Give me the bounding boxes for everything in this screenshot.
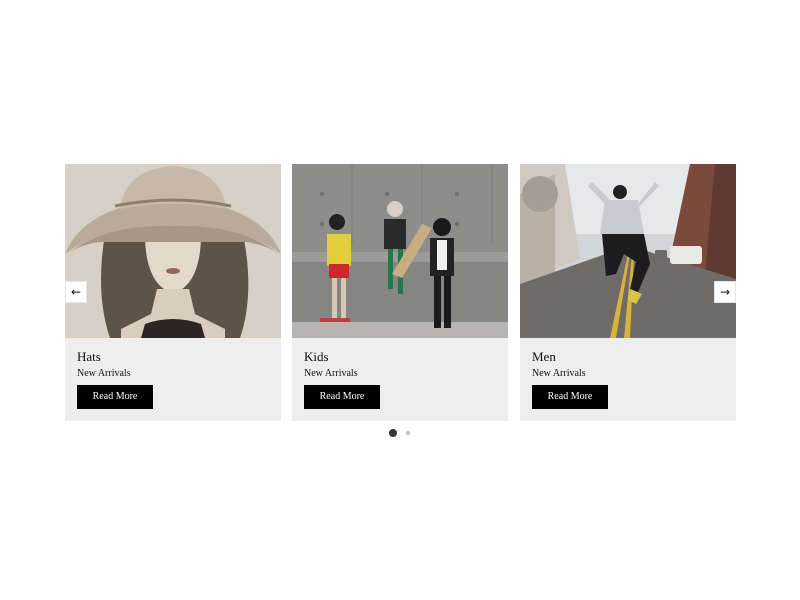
product-carousel: Hats New Arrivals Read More Kids New Arr… (65, 164, 736, 444)
card-image-men[interactable] (520, 164, 736, 338)
card-title: Hats (77, 349, 101, 364)
card-title: Men (532, 349, 556, 364)
card-subtitle: New Arrivals (77, 368, 131, 379)
card-subtitle: New Arrivals (532, 368, 586, 379)
pagination-dot[interactable] (406, 431, 410, 435)
carousel-next-arrow-icon[interactable]: → (714, 281, 736, 303)
read-more-button[interactable]: Read More (304, 385, 380, 409)
card-hats: Hats New Arrivals Read More (65, 164, 281, 421)
card-kids: Kids New Arrivals Read More (292, 164, 508, 421)
pagination-dot-active[interactable] (389, 429, 397, 437)
read-more-button[interactable]: Read More (77, 385, 153, 409)
card-men: Men New Arrivals Read More (520, 164, 736, 421)
card-title: Kids (304, 349, 329, 364)
carousel-pagination (65, 429, 736, 439)
card-image-hats[interactable] (65, 164, 281, 338)
read-more-button[interactable]: Read More (532, 385, 608, 409)
card-image-kids[interactable] (292, 164, 508, 338)
man-jumping-photo (520, 164, 736, 338)
woman-hat-photo (65, 164, 281, 338)
carousel-prev-arrow-icon[interactable]: ← (65, 281, 87, 303)
kids-photo (292, 164, 508, 338)
card-subtitle: New Arrivals (304, 368, 358, 379)
